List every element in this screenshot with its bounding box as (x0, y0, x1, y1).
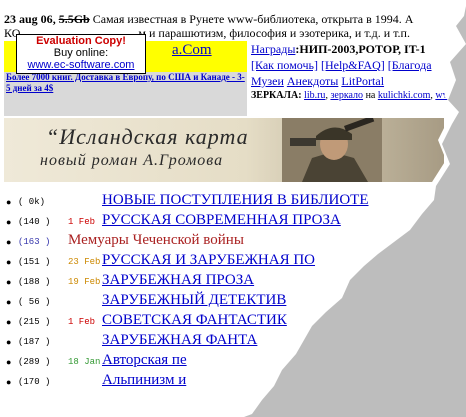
awards-list: :НИП-2003,РОТОР, IT-1 (295, 42, 426, 56)
jokes-link[interactable]: Анекдоты (287, 74, 339, 88)
header-line1: 23 aug 06, 5.5Gb Самая известная в Рунет… (4, 12, 414, 26)
bullet-icon: ● (6, 297, 12, 307)
help-row: [Как помочь] [Help&FAQ] [Благода (251, 58, 432, 73)
extras-row: Музеи Анекдоты LitPortal (251, 74, 384, 89)
library-size: 5.5Gb (58, 12, 90, 26)
mirrors-row: ЗЕРКАЛА: lib.ru, зеркало на kulichki.com… (251, 90, 450, 101)
section-count: (215 ) (18, 317, 51, 327)
evaluation-title: Evaluation Copy! (36, 35, 126, 47)
section-count: (187 ) (18, 337, 51, 347)
section-link[interactable]: ЗАРУБЕЖНАЯ ФАНТА (102, 332, 257, 349)
mirror-ww-link[interactable]: ww (435, 90, 449, 101)
ad-site-link[interactable]: a.Com (172, 42, 212, 59)
section-count: (188 ) (18, 277, 51, 287)
book-banner[interactable]: “Исландская карта новый роман А.Громова (4, 118, 444, 182)
section-count: ( 56 ) (18, 297, 51, 307)
litportal-link[interactable]: LitPortal (341, 74, 384, 88)
section-update-date: 1 Feb (68, 217, 96, 227)
bullet-icon: ● (6, 237, 12, 247)
section-count: (151 ) (18, 257, 51, 267)
bullet-icon: ● (6, 377, 12, 387)
section-link[interactable]: РУССКАЯ СОВРЕМЕННАЯ ПРОЗА (102, 212, 341, 229)
awards-link[interactable]: Награды (251, 42, 295, 56)
section-link[interactable]: Мемуары Чеченской войны (68, 232, 244, 249)
help-faq-link[interactable]: [Help&FAQ] (321, 58, 385, 72)
section-count: (140 ) (18, 217, 51, 227)
bullet-icon: ● (6, 277, 12, 287)
section-link[interactable]: РУССКАЯ И ЗАРУБЕЖНАЯ ПО (102, 252, 315, 269)
section-link[interactable]: НОВЫЕ ПОСТУПЛЕНИЯ В БИБЛИОТЕ (102, 192, 369, 209)
update-date: 23 aug 06 (4, 12, 53, 26)
section-update-date: 19 Feb (68, 277, 101, 287)
section-count: (170 ) (18, 377, 51, 387)
bullet-icon: ● (6, 217, 12, 227)
museums-link[interactable]: Музеи (251, 74, 284, 88)
evaluation-link[interactable]: www.ec-software.com (17, 59, 145, 71)
section-link[interactable]: Авторская пе (102, 352, 187, 369)
section-count: (289 ) (18, 357, 51, 367)
topics-text: м и парашютизм, философия и эзотерика, и… (138, 26, 410, 40)
mirror-kulichki-link[interactable]: kulichki.com (378, 90, 431, 101)
section-link[interactable]: СОВЕТСКАЯ ФАНТАСТИК (102, 312, 287, 329)
mirrors-label: ЗЕРКАЛА (251, 90, 299, 101)
section-count: (163 ) (18, 237, 51, 247)
thanks-link[interactable]: [Благода (388, 58, 432, 72)
section-update-date: 23 Feb (68, 257, 101, 267)
how-to-help-link[interactable]: [Как помочь] (251, 58, 318, 72)
banner-subtitle: новый роман А.Громова (40, 152, 224, 169)
section-count: ( 0k) (18, 197, 46, 207)
awards-row: Награды:НИП-2003,РОТОР, IT-1 (251, 42, 426, 57)
evaluation-subtitle: Buy online: (53, 47, 109, 59)
bullet-icon: ● (6, 317, 12, 327)
mirror-link[interactable]: зеркало (330, 90, 363, 101)
mirror-on-text: на (365, 90, 376, 101)
section-update-date: 1 Feb (68, 317, 96, 327)
evaluation-popup: Evaluation Copy! Buy online: www.ec-soft… (16, 34, 146, 74)
section-link[interactable]: Альпинизм и (102, 372, 186, 389)
library-description: Самая известная в Рунете www-библиотека,… (92, 12, 414, 26)
section-link[interactable]: ЗАРУБЕЖНЫЙ ДЕТЕКТИВ (102, 292, 286, 309)
bullet-icon: ● (6, 337, 12, 347)
bullet-icon: ● (6, 257, 12, 267)
section-link[interactable]: ЗАРУБЕЖНАЯ ПРОЗА (102, 272, 254, 289)
banner-soldier-image (282, 118, 382, 182)
ad-promo-link[interactable]: Более 7000 книг. Доставка в Европу, по С… (6, 72, 246, 94)
section-update-date: 18 Jan (68, 357, 101, 367)
banner-title: “Исландская карта (46, 124, 249, 149)
bullet-icon: ● (6, 357, 12, 367)
mirror-libru-link[interactable]: lib.ru (304, 90, 325, 101)
bullet-icon: ● (6, 197, 12, 207)
